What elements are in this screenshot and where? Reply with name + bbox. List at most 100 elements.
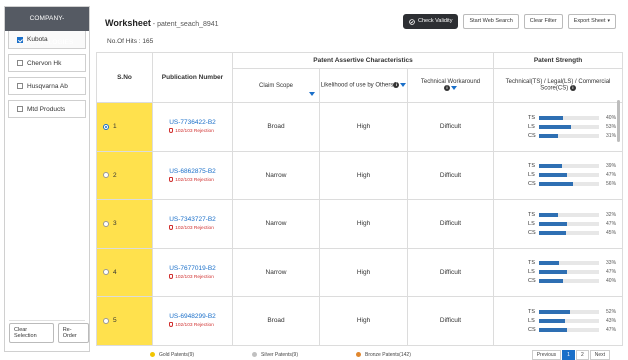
publication-link[interactable]: US-7343727-B2 [169,216,216,223]
score-fill [538,124,571,129]
score-track [538,309,600,314]
publication-cell: US-6862875-B2 102/103 Rejection [152,150,233,200]
export-sheet-button[interactable]: Export Sheet ▾ [567,14,616,29]
publication-link[interactable]: US-7677019-B2 [169,265,216,272]
score-percent: 47% [606,172,617,179]
row-select-radio[interactable] [103,172,109,179]
rejection-label: 102/103 Rejection [175,226,214,232]
check-validity-button[interactable]: Check Validity [403,14,459,29]
column-header-claim-scope[interactable]: Claim Scope [232,68,320,103]
likelihood-cell: High [319,199,408,249]
score-track [538,133,600,138]
publication-link[interactable]: US-6948299-B2 [169,313,216,320]
check-validity-label: Check Validity [418,18,453,24]
row-select-radio[interactable] [103,220,109,227]
score-label: TS [528,163,536,170]
sidebar-divider [9,320,85,321]
row-sno-cell[interactable]: 4 [96,247,153,297]
row-sno-cell[interactable]: 5 [96,296,153,346]
row-select-radio[interactable] [103,317,109,324]
score-fill [538,164,563,169]
score-percent: 45% [606,229,617,236]
likelihood-cell: High [319,247,408,297]
legend-label: Gold Patents(9) [159,352,195,358]
table-row[interactable]: 5 US-6948299-B2 102/103 Rejection Broad High… [96,296,624,346]
likelihood-cell: High [319,296,408,346]
score-fill [538,133,558,138]
score-label: TS [528,114,536,121]
column-header-workaround[interactable]: Technical Workaround i [406,68,495,103]
clear-selection-button[interactable]: Clear Selection [9,323,54,343]
strength-cell: TS 32% LS 47% CS 45% [493,199,624,249]
pagination-page-1[interactable]: 1 [562,350,575,360]
start-web-search-button[interactable]: Start Web Search [463,14,519,29]
row-number: 3 [113,220,117,228]
bronze-dot-icon [356,352,361,358]
info-icon[interactable]: i [393,82,400,89]
pagination-page-2[interactable]: 2 [575,350,589,360]
sort-down-icon[interactable] [400,83,407,88]
company-filter-header: COMPANY-TECHNOLOGIES [5,7,89,46]
score-percent: 56% [606,181,617,188]
rejection-tag: 102/103 Rejection [169,225,216,231]
checkbox-icon[interactable] [17,106,23,112]
column-header-publication-number: Publication Number [152,52,233,103]
publication-link[interactable]: US-6862875-B2 [169,168,216,175]
claim-scope-cell: Narrow [232,247,320,297]
company-item-mtd[interactable]: Mtd Products [8,100,86,118]
company-item-husqvarna[interactable]: Husqvarna Ab [8,77,86,95]
score-percent: 32% [606,211,617,218]
column-header-likelihood[interactable]: Likelihood of use by Others i [319,68,408,103]
pagination-next[interactable]: Next [589,350,610,360]
score-fill [538,173,568,178]
pagination: Previous 1 2 Next [531,350,610,360]
row-number: 2 [113,171,117,179]
claim-scope-cell: Broad [232,102,320,152]
hits-count: No.Of Hits : 165 [107,38,154,45]
info-icon[interactable]: i [569,85,576,92]
strength-cell: TS 40% LS 53% CS 31% [493,102,624,152]
score-label: LS [528,123,535,130]
reorder-button[interactable]: Re-Order [57,323,89,343]
rejection-tag: 102/103 Rejection [169,176,216,183]
sort-down-icon[interactable] [309,92,315,96]
publication-cell: US-7736422-B2 102/103 Rejection [152,102,233,152]
score-percent: 31% [606,132,617,139]
score-bar-cs: CS 40% [528,277,616,286]
row-sno-cell[interactable]: 1 [96,102,153,152]
score-track [538,230,600,235]
shield-icon [169,176,174,182]
score-percent: 39% [606,163,617,170]
column-header-strength-scores: Technical(TS) / Legal(LS) / Commercial S… [493,68,624,103]
sort-down-icon[interactable] [451,86,458,91]
row-select-radio[interactable] [103,123,109,130]
gold-dot-icon [150,352,155,358]
row-select-radio[interactable] [103,269,109,276]
clear-filter-button[interactable]: Clear Filter [523,14,563,29]
rejection-tag: 102/103 Rejection [169,322,216,328]
row-sno-cell[interactable]: 2 [96,150,153,200]
score-label: LS [528,317,535,324]
row-sno-cell[interactable]: 3 [96,199,153,249]
checkbox-icon[interactable] [17,60,23,66]
score-fill [538,318,565,323]
pagination-previous[interactable]: Previous [531,350,562,360]
score-fill [538,270,568,275]
score-bar-ts: TS 40% [528,113,616,122]
claim-scope-cell: Narrow [232,199,320,249]
publication-link[interactable]: US-7736422-B2 [169,119,216,126]
score-fill [538,261,559,266]
silver-dot-icon [252,352,258,358]
table-scrollbar[interactable] [617,100,620,142]
table-row[interactable]: 1 US-7736422-B2 102/103 Rejection Broad High… [96,102,624,152]
table-row[interactable]: 3 US-7343727-B2 102/103 Rejection Narrow Hig… [96,199,624,249]
column-header-sno: S.No [96,52,153,103]
company-item-chervon[interactable]: Chervon Hk [8,54,86,72]
score-track [538,164,600,169]
table-row[interactable]: 2 US-6862875-B2 102/103 Rejection Narrow Hig… [96,150,624,200]
checkbox-icon[interactable] [17,83,23,89]
info-icon[interactable]: i [444,85,451,92]
score-label: CS [528,326,536,333]
table-row[interactable]: 4 US-7677019-B2 102/103 Rejection Narrow Hig… [96,247,624,297]
checkbox-checked-icon[interactable] [17,36,23,43]
